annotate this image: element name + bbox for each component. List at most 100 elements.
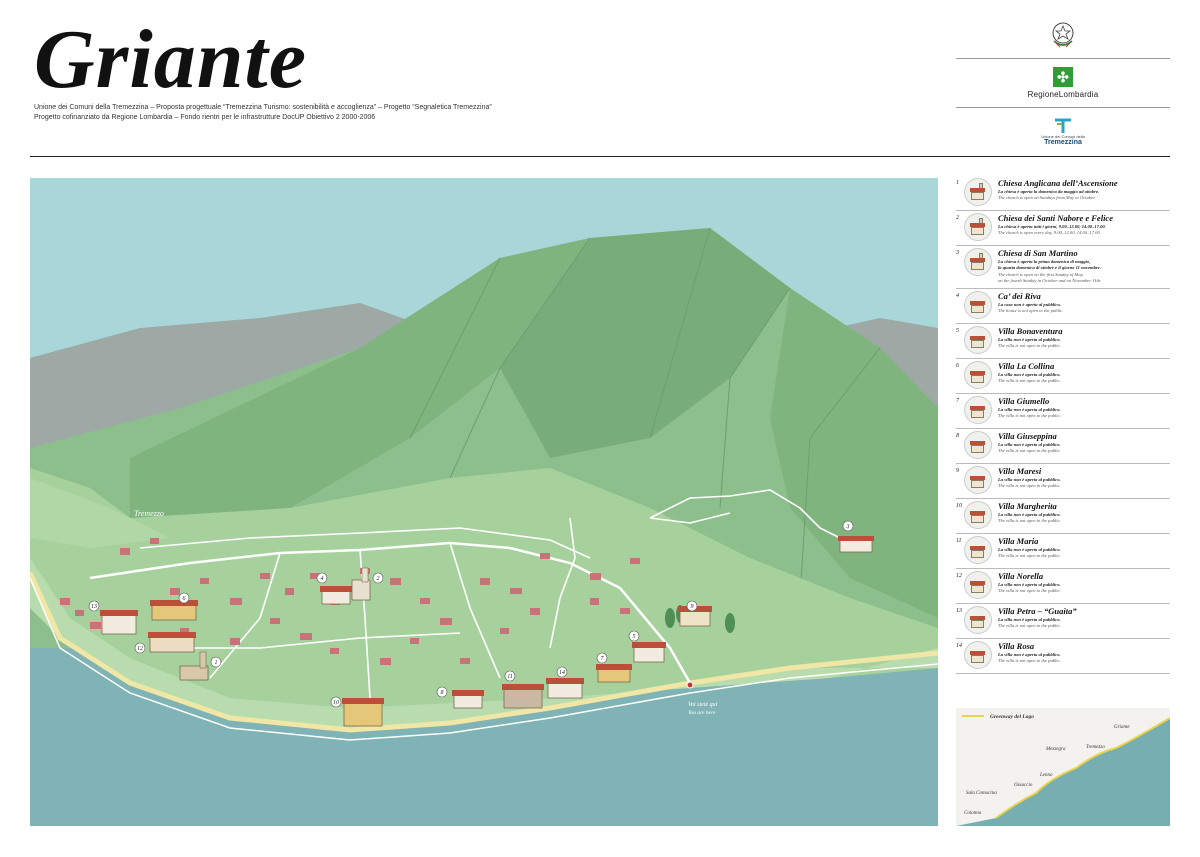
- legend-item-name: Villa Bonaventura: [998, 326, 1063, 337]
- map-marker-label: 6: [183, 596, 186, 602]
- legend-item-texts: Villa Petra – “Guaita” La villa non è ape…: [998, 606, 1170, 630]
- legend-item-english: The villa is not open to the public.: [998, 413, 1170, 419]
- map-marker-9[interactable]: 9: [686, 600, 698, 612]
- map-marker-4[interactable]: 4: [316, 572, 328, 584]
- legend-item-texts: Villa Giuseppina La villa non è aperta al…: [998, 431, 1170, 455]
- map-marker-6[interactable]: 6: [178, 592, 190, 604]
- legend-item-texts: Villa Norella La villa non è aperta al pu…: [998, 571, 1170, 595]
- map-marker-1[interactable]: 1: [210, 656, 222, 668]
- legend-item-name: Ca’ dei Riva: [998, 291, 1041, 302]
- legend-item[interactable]: 9 Villa Maresi La villa non è aperta al pu…: [956, 464, 1170, 500]
- legend-item-texts: Villa Maria La villa non è aperta al pubb…: [998, 536, 1170, 560]
- legend-english-line: The villa is not open to the public.: [998, 658, 1061, 664]
- legend-item[interactable]: 2 Chiesa dei Santi Nabore e Felice La chie…: [956, 211, 1170, 246]
- greenway-inset-map[interactable]: Greenway del Lago Griante Tremezzo Mezze…: [956, 708, 1170, 826]
- map-marker-13[interactable]: 13: [88, 600, 100, 612]
- legend-item-number: 5: [956, 328, 959, 335]
- regione-lombardia-logo: ✣ RegioneLombardia: [956, 59, 1170, 108]
- legend-item-name: Villa Petra – “Guaita”: [998, 606, 1077, 617]
- header-divider: [30, 156, 1170, 157]
- map-marker-3[interactable]: 3: [842, 520, 854, 532]
- legend-item-number: 14: [956, 643, 962, 650]
- legend-item[interactable]: 13 Villa Petra – “Guaita” La villa non è a…: [956, 604, 1170, 640]
- legend-item[interactable]: 14 Villa Rosa La villa non è aperta al pub…: [956, 639, 1170, 675]
- legend-item-texts: Villa Maresi La villa non è aperta al pub…: [998, 466, 1170, 490]
- legend-item-number: 6: [956, 363, 959, 370]
- legend-item-english: The villa is not open to the public.: [998, 343, 1170, 349]
- villa-icon: [964, 606, 992, 635]
- legend-item-english: The villa is not open to the public.: [998, 448, 1170, 454]
- legend-english-line: The villa is not open to the public.: [998, 623, 1061, 629]
- legend-item-name: Chiesa dei Santi Nabore e Felice: [998, 213, 1113, 223]
- map-marker-label: 1: [215, 660, 218, 666]
- legend-item[interactable]: 6 Villa La Collina La villa non è aperta a…: [956, 359, 1170, 395]
- inset-place-lenno: Lenno: [1039, 773, 1053, 778]
- map-marker-label: 14: [559, 669, 565, 676]
- map-marker-12[interactable]: 12: [134, 642, 146, 654]
- villa-icon: [964, 641, 992, 670]
- legend-item-english: The villa is not open to the public.: [998, 623, 1170, 629]
- map-marker-5[interactable]: 5: [628, 630, 640, 642]
- map-marker-11[interactable]: 11: [504, 670, 516, 682]
- legend-item-texts: Villa Rosa La villa non è aperta al pubbl…: [998, 641, 1170, 665]
- legend-item-english: The church is open on Sundays from May t…: [998, 195, 1170, 201]
- tremezzina-logo: Unione dei Comuni della Tremezzina: [956, 108, 1170, 156]
- legend-item-english: The villa is not open to the public.: [998, 588, 1170, 594]
- tremezzina-icon: [1055, 118, 1071, 133]
- inset-legend-label: Greenway del Lago: [990, 714, 1034, 720]
- villa-icon: [964, 396, 992, 425]
- legend-item-name: Villa Norella: [998, 571, 1044, 582]
- legend-item[interactable]: 11 Villa Maria La villa non è aperta al pu…: [956, 534, 1170, 570]
- regione-lombardia-icon: ✣: [1053, 67, 1073, 87]
- legend-item-english: The villa is not open to the public.: [998, 658, 1170, 664]
- legend-item[interactable]: 5 Villa Bonaventura La villa non è aperta …: [956, 324, 1170, 360]
- legend-item-texts: Ca’ dei Riva La casa non è aperta al pubb…: [998, 291, 1170, 315]
- inset-place-tremezzo: Tremezzo: [1086, 745, 1105, 750]
- legend-english-line: The church is open every day, 9.00–12.00…: [998, 230, 1101, 236]
- legend-item-number: 1: [956, 180, 959, 186]
- legend-item-texts: Villa Giumello La villa non è aperta al p…: [998, 396, 1170, 420]
- map-marker-7[interactable]: 7: [596, 652, 608, 664]
- you-are-here-pin[interactable]: [686, 681, 694, 689]
- legend-item-name: Villa Rosa: [998, 641, 1035, 652]
- map-marker-label: 13: [91, 604, 97, 610]
- legend-english-line: The villa is not open to the public.: [998, 553, 1061, 559]
- italian-republic-emblem-icon: [1052, 22, 1074, 48]
- page-title: Griante: [34, 13, 308, 106]
- legend-item-name: Chiesa di San Martino: [998, 248, 1078, 258]
- legend-item[interactable]: 10 Villa Margherita La villa non è aperta …: [956, 499, 1170, 535]
- legend-item[interactable]: 7 Villa Giumello La villa non è aperta al …: [956, 394, 1170, 430]
- legend-item[interactable]: 4 Ca’ dei Riva La casa non è aperta al pub…: [956, 289, 1170, 325]
- legend-english-line: The villa is not open to the public.: [998, 483, 1061, 489]
- map-marker-14[interactable]: 14: [556, 666, 568, 678]
- legend-item[interactable]: 8 Villa Giuseppina La villa non è aperta a…: [956, 429, 1170, 465]
- legend-item[interactable]: 12 Villa Norella La villa non è aperta al …: [956, 569, 1170, 605]
- legend-item-number: 3: [956, 250, 959, 256]
- map-marker-8[interactable]: 8: [436, 686, 448, 698]
- legend-english-line: The church is open on Sundays from May t…: [998, 195, 1096, 201]
- villa-icon: [964, 466, 992, 495]
- legend-item[interactable]: 1 Chiesa Anglicana dell’Ascensione La chie…: [956, 176, 1170, 211]
- church-icon: [964, 248, 992, 276]
- map-illustration[interactable]: 1234567891011121314 Tremezzo Voi siete q…: [30, 178, 938, 826]
- map-marker-label: 10: [333, 700, 339, 706]
- legend-item-english: The church is open on the first Sunday o…: [998, 272, 1170, 285]
- map-marker-10[interactable]: 10: [330, 696, 342, 708]
- legend-english-line: on the fourth Sunday in October and on N…: [998, 277, 1102, 283]
- griante-map[interactable]: 1 2 3 4 5 6 7 8 9 10 11 12 13 14 Tremezzo Voi siete q…: [30, 178, 938, 826]
- legend-item[interactable]: 3 Chiesa di San Martino La chiesa è aperta…: [956, 246, 1170, 290]
- map-marker-label: 3: [846, 524, 850, 530]
- legend-english-line: The house is not open to the public.: [998, 308, 1064, 314]
- map-marker-label: 9: [691, 604, 694, 610]
- map-marker-2[interactable]: 2: [372, 572, 384, 584]
- inset-place-ossuccio: Ossuccio: [1014, 783, 1033, 788]
- legend-item-number: 12: [956, 573, 962, 580]
- villa-icon: [964, 326, 992, 355]
- legend-english-line: The villa is not open to the public.: [998, 448, 1061, 454]
- legend-item-english: The villa is not open to the public.: [998, 553, 1170, 559]
- legend-item-english: The villa is not open to the public.: [998, 378, 1170, 384]
- sponsor-logos: ✣ RegioneLombardia Unione dei Comuni del…: [956, 10, 1170, 156]
- inset-place-sala-comacina: Sala Comacina: [966, 791, 997, 796]
- legend-item-number: 8: [956, 433, 959, 440]
- place-label-tremezzo: Tremezzo: [134, 509, 164, 518]
